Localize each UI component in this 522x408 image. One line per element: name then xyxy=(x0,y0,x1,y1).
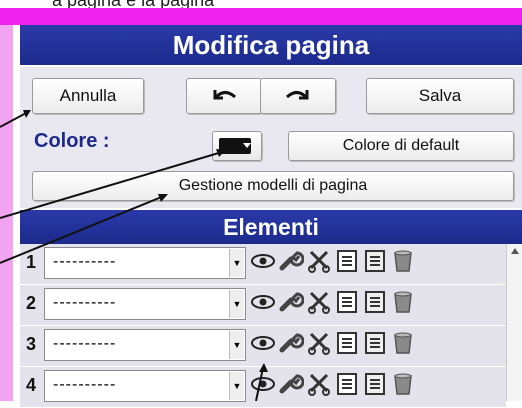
element-row: 4 ---------- ▼ xyxy=(20,367,506,408)
wrench-icon[interactable] xyxy=(278,371,304,397)
page-templates-button[interactable]: Gestione modelli di pagina xyxy=(32,171,514,201)
trash-icon[interactable] xyxy=(390,371,416,397)
eye-icon[interactable] xyxy=(250,371,276,397)
trash-icon[interactable] xyxy=(390,248,416,274)
copy-icon[interactable] xyxy=(334,330,360,356)
element-select[interactable]: ---------- ▼ xyxy=(44,288,246,320)
chevron-down-icon[interactable]: ▼ xyxy=(229,331,244,359)
cancel-button[interactable]: Annulla xyxy=(32,78,144,114)
color-dropdown-caret-icon xyxy=(243,143,251,148)
wrench-icon[interactable] xyxy=(278,248,304,274)
chevron-down-icon[interactable]: ▼ xyxy=(229,372,244,400)
color-label: Colore : xyxy=(34,130,110,152)
panel-title: Modifica pagina xyxy=(20,25,522,67)
edit-page-panel: Modifica pagina Annulla Salva Colore : C… xyxy=(20,25,522,408)
element-row: 3 ---------- ▼ xyxy=(20,326,506,367)
redo-button[interactable] xyxy=(260,78,336,114)
element-select-value: ---------- xyxy=(53,376,117,393)
element-row: 1 ---------- ▼ xyxy=(20,244,506,285)
save-button[interactable]: Salva xyxy=(366,78,514,114)
scissors-icon[interactable] xyxy=(306,248,332,274)
text-icon[interactable] xyxy=(362,289,388,315)
wrench-icon[interactable] xyxy=(278,330,304,356)
row-number: 4 xyxy=(26,375,37,395)
left-pink-strip xyxy=(0,25,13,401)
text-icon[interactable] xyxy=(362,371,388,397)
scroll-up-icon[interactable] xyxy=(511,248,519,254)
copy-icon[interactable] xyxy=(334,248,360,274)
element-select[interactable]: ---------- ▼ xyxy=(44,247,246,279)
elements-list: 1 ---------- ▼ 2 ---------- ▼ 3 --------… xyxy=(20,244,506,408)
trash-icon[interactable] xyxy=(390,330,416,356)
row-number: 2 xyxy=(26,293,37,313)
redo-icon xyxy=(285,90,309,100)
element-select[interactable]: ---------- ▼ xyxy=(44,370,246,402)
element-select-value: ---------- xyxy=(53,294,117,311)
wrench-icon[interactable] xyxy=(278,289,304,315)
text-icon[interactable] xyxy=(362,330,388,356)
scissors-icon[interactable] xyxy=(306,371,332,397)
trash-icon[interactable] xyxy=(390,289,416,315)
row-number: 1 xyxy=(26,252,37,272)
top-magenta-bar xyxy=(0,8,522,25)
elements-scrollbar[interactable] xyxy=(506,244,522,401)
row-number: 3 xyxy=(26,334,37,354)
eye-icon[interactable] xyxy=(250,289,276,315)
element-select[interactable]: ---------- ▼ xyxy=(44,329,246,361)
eye-icon[interactable] xyxy=(250,330,276,356)
eye-icon[interactable] xyxy=(250,248,276,274)
element-row: 2 ---------- ▼ xyxy=(20,285,506,326)
chevron-down-icon[interactable]: ▼ xyxy=(229,249,244,277)
copy-icon[interactable] xyxy=(334,371,360,397)
element-select-value: ---------- xyxy=(53,253,117,270)
chevron-down-icon[interactable]: ▼ xyxy=(229,290,244,318)
element-select-value: ---------- xyxy=(53,335,117,352)
color-picker-button[interactable] xyxy=(212,131,262,161)
scissors-icon[interactable] xyxy=(306,289,332,315)
undo-button[interactable] xyxy=(186,78,262,114)
copy-icon[interactable] xyxy=(334,289,360,315)
undo-icon xyxy=(213,90,237,100)
scissors-icon[interactable] xyxy=(306,330,332,356)
default-color-button[interactable]: Colore di default xyxy=(288,131,514,161)
text-icon[interactable] xyxy=(362,248,388,274)
elements-title: Elementi xyxy=(20,208,522,244)
